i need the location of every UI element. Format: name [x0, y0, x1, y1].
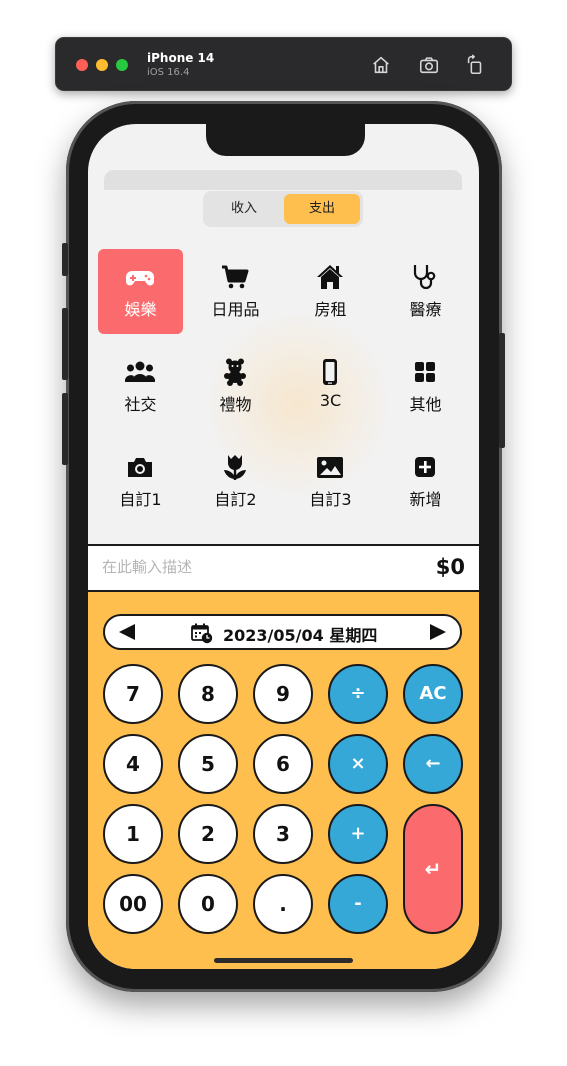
key-minus[interactable]: -: [328, 874, 388, 934]
mute-switch: [62, 243, 68, 276]
key-multiply[interactable]: ×: [328, 734, 388, 794]
key-00[interactable]: 00: [103, 874, 163, 934]
category-3c[interactable]: 3C: [288, 344, 373, 429]
category-custom-3[interactable]: 自訂3: [288, 439, 373, 524]
tulip-icon: [224, 455, 246, 480]
grid-icon: [415, 362, 435, 382]
power-button: [499, 333, 505, 448]
category-label: 醫療: [409, 300, 442, 319]
key-4[interactable]: 4: [103, 734, 163, 794]
category-label: 自訂1: [119, 490, 162, 509]
home-indicator: [214, 958, 353, 963]
description-bar: $0: [88, 544, 479, 592]
category-medical[interactable]: 醫療: [383, 249, 468, 334]
key-divide[interactable]: ÷: [328, 664, 388, 724]
segment-income[interactable]: 收入: [206, 194, 282, 224]
rotate-icon[interactable]: [464, 54, 486, 76]
date-text[interactable]: 2023/05/04 星期四: [223, 622, 377, 646]
segment-expense[interactable]: 支出: [284, 194, 360, 224]
gamepad-icon: [126, 271, 154, 286]
keypad-panel: 2023/05/04 星期四 7 8 9 ÷ AC 4 5 6 × ← 1 2 …: [88, 592, 479, 969]
minimize-window-button[interactable]: [96, 59, 108, 71]
people-icon: [125, 361, 155, 382]
description-input[interactable]: [102, 558, 362, 576]
category-label: 禮物: [219, 395, 252, 414]
key-1[interactable]: 1: [103, 804, 163, 864]
category-label: 3C: [319, 391, 342, 410]
category-label: 房租: [314, 300, 347, 319]
category-label: 自訂2: [214, 490, 257, 509]
category-rent[interactable]: 房租: [288, 249, 373, 334]
house-icon: [317, 265, 343, 289]
key-decimal[interactable]: .: [253, 874, 313, 934]
category-daily-goods[interactable]: 日用品: [193, 249, 278, 334]
key-plus[interactable]: +: [328, 804, 388, 864]
category-label: 新增: [409, 490, 442, 509]
previous-day-button[interactable]: [119, 624, 135, 640]
key-clear-all[interactable]: AC: [403, 664, 463, 724]
category-entertainment[interactable]: 娛樂: [98, 249, 183, 334]
zoom-window-button[interactable]: [116, 59, 128, 71]
teddy-bear-icon: [224, 358, 246, 386]
camera-icon: [128, 458, 152, 477]
image-icon: [317, 457, 343, 478]
close-window-button[interactable]: [76, 59, 88, 71]
key-9[interactable]: 9: [253, 664, 313, 724]
volume-up-button: [62, 308, 68, 380]
phone-icon: [323, 359, 337, 385]
key-enter[interactable]: ↵: [403, 804, 463, 934]
sheet-handle-background: [104, 170, 462, 190]
category-label: 其他: [409, 395, 442, 414]
category-custom-2[interactable]: 自訂2: [193, 439, 278, 524]
category-gift[interactable]: 禮物: [193, 344, 278, 429]
calendar-clock-icon[interactable]: [191, 622, 213, 644]
next-day-button[interactable]: [430, 624, 446, 640]
category-social[interactable]: 社交: [98, 344, 183, 429]
notch: [206, 124, 365, 156]
category-label: 娛樂: [124, 300, 157, 319]
home-icon[interactable]: [370, 54, 392, 76]
income-expense-segment: 收入 支出: [203, 191, 363, 227]
screenshot-icon[interactable]: [418, 54, 440, 76]
category-label: 日用品: [211, 300, 260, 319]
category-other[interactable]: 其他: [383, 344, 468, 429]
key-5[interactable]: 5: [178, 734, 238, 794]
simulator-toolbar: iPhone 14 iOS 16.4: [55, 37, 512, 91]
key-8[interactable]: 8: [178, 664, 238, 724]
device-os: iOS 16.4: [147, 67, 190, 78]
key-3[interactable]: 3: [253, 804, 313, 864]
app-screen: 收入 支出 娛樂 日用品 房租 醫療 社交 禮物 3C 其他 自訂1 自訂2 自…: [88, 124, 479, 969]
key-6[interactable]: 6: [253, 734, 313, 794]
key-7[interactable]: 7: [103, 664, 163, 724]
volume-down-button: [62, 393, 68, 465]
key-backspace[interactable]: ←: [403, 734, 463, 794]
cart-icon: [222, 265, 249, 289]
device-name: iPhone 14: [147, 51, 215, 65]
category-label: 社交: [124, 395, 157, 414]
category-custom-1[interactable]: 自訂1: [98, 439, 183, 524]
stethoscope-icon: [413, 265, 436, 290]
amount-display: $0: [435, 555, 465, 579]
key-2[interactable]: 2: [178, 804, 238, 864]
category-label: 自訂3: [309, 490, 352, 509]
plus-square-icon: [415, 457, 435, 477]
date-selector: 2023/05/04 星期四: [103, 614, 462, 650]
key-0[interactable]: 0: [178, 874, 238, 934]
category-add-new[interactable]: 新增: [383, 439, 468, 524]
